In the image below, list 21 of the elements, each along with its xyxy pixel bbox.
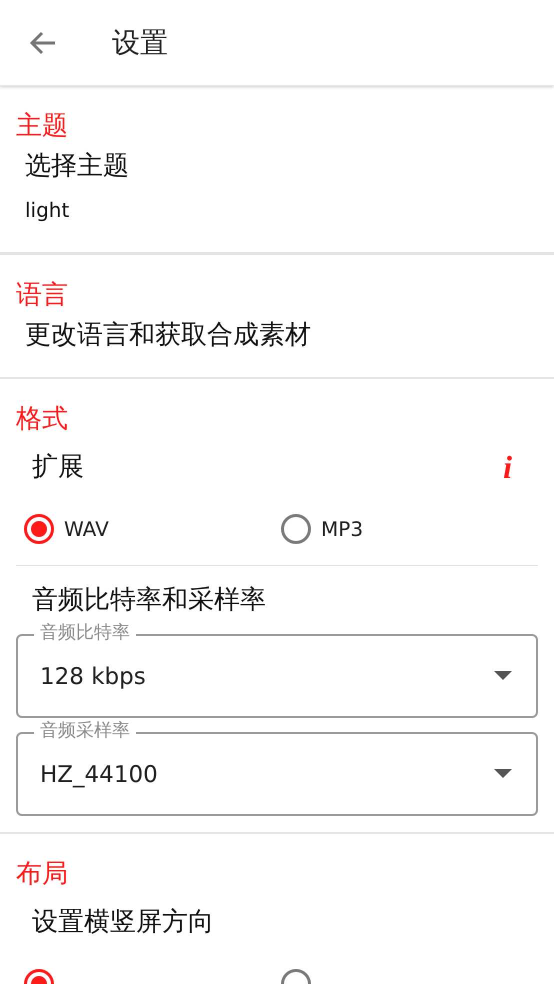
field-value: 128 kbps [40,662,146,692]
radio-button[interactable] [281,514,311,544]
radio-button[interactable] [24,514,54,544]
setting-title: 音频比特率和采样率 [31,584,267,617]
section-heading: 格式 [15,403,69,436]
section-heading: 语言 [15,279,69,312]
page-title: 设置 [112,24,168,60]
setting-title: 设置横竖屏方向 [32,906,214,938]
setting-title[interactable]: 选择主题 [25,146,554,186]
back-arrow-icon[interactable] [30,30,56,54]
radio-label: MP3 [321,516,364,543]
dropdown-arrow-icon [494,769,512,779]
setting-value: light [25,197,70,224]
section-heading: 主题 [15,110,69,143]
section-heading: 布局 [15,858,69,891]
setting-title[interactable]: 更改语言和获取合成素材 [25,315,554,355]
radio-label: WAV [64,516,109,543]
info-icon[interactable]: i [503,443,512,491]
field-value: HZ_44100 [40,760,158,790]
setting-title: 扩展 [32,450,84,484]
dropdown-arrow-icon [494,671,512,681]
